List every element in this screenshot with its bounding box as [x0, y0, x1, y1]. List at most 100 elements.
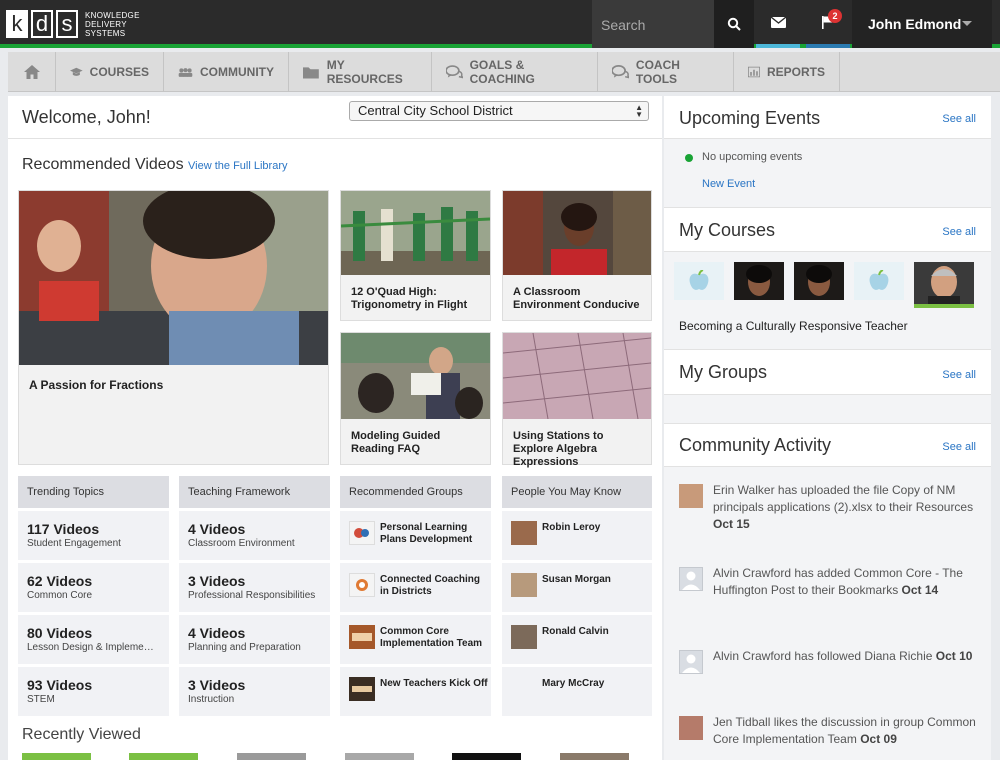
person-name: Robin Leroy: [542, 522, 601, 533]
person-row[interactable]: Ronald Calvin: [502, 615, 652, 664]
person-row[interactable]: Robin Leroy: [502, 511, 652, 560]
recent-thumbnail[interactable]: [129, 753, 198, 760]
nav-label: GOALS & COACHING: [469, 58, 535, 86]
video-title: A Passion for Fractions: [29, 378, 164, 392]
avatar: [511, 521, 537, 545]
course-thumbnail[interactable]: [794, 262, 844, 300]
framework-row[interactable]: 3 Videos Instruction: [179, 667, 330, 716]
search-input[interactable]: Search: [592, 0, 714, 48]
kds-logo[interactable]: k d s KNOWLEDGE DELIVERY SYSTEMS: [6, 8, 140, 40]
notifications-button[interactable]: 2: [806, 0, 850, 48]
activity-text: Erin Walker has uploaded the file Copy o…: [713, 482, 983, 533]
course-thumbnail[interactable]: [734, 262, 784, 300]
course-thumbnail[interactable]: [854, 262, 904, 300]
video-card[interactable]: A Classroom Environment Conducive for Te…: [502, 190, 652, 321]
search-icon: [727, 17, 741, 31]
avatar: [679, 484, 703, 508]
groups-body: [664, 395, 991, 423]
messages-button[interactable]: [756, 0, 800, 48]
topic-row[interactable]: 93 Videos STEM: [18, 667, 169, 716]
video-card[interactable]: Using Stations to Explore Algebra Expres…: [502, 332, 652, 468]
nav-home[interactable]: [8, 52, 56, 92]
user-menu[interactable]: John Edmond: [852, 0, 992, 48]
activity-item[interactable]: Erin Walker has uploaded the file Copy o…: [679, 482, 979, 542]
upcoming-events-heading: Upcoming Events: [679, 108, 821, 128]
nav-courses[interactable]: COURSES: [56, 52, 164, 92]
activity-item[interactable]: Alvin Crawford has added Common Core - T…: [679, 565, 979, 615]
see-all-link[interactable]: See all: [942, 226, 976, 238]
video-card[interactable]: A Passion for Fractions: [18, 183, 329, 465]
person-row[interactable]: Susan Morgan: [502, 563, 652, 612]
person-name: Mary McCray: [542, 678, 605, 689]
activity-message: Alvin Crawford has followed Diana Richie: [713, 649, 933, 663]
group-row[interactable]: Common Core Implementation Team: [340, 615, 491, 664]
framework-row[interactable]: 4 Videos Planning and Preparation: [179, 615, 330, 664]
course-thumbnail-selected[interactable]: [914, 262, 974, 308]
user-name: John Edmond: [868, 16, 962, 32]
recent-thumbnail[interactable]: [237, 753, 306, 760]
group-name: Common Core Implementation Team: [380, 626, 483, 649]
district-value: Central City School District: [358, 103, 513, 118]
nav-coach-tools[interactable]: COACH TOOLS: [598, 52, 734, 92]
nav-goals-coaching[interactable]: GOALS & COACHING: [432, 52, 598, 92]
nav-my-resources[interactable]: MY RESOURCES: [289, 52, 432, 92]
avatar: [511, 625, 537, 649]
recent-thumbnail[interactable]: [452, 753, 521, 760]
recommended-videos-heading: Recommended Videos View the Full Library: [22, 156, 287, 174]
status-dot-icon: [685, 154, 693, 162]
group-row[interactable]: New Teachers Kick Off: [340, 667, 491, 716]
video-thumbnail: [340, 191, 491, 275]
video-title: A Classroom Environment Conducive for Te…: [513, 286, 640, 311]
video-card[interactable]: Modeling Guided Reading FAQ: [340, 332, 491, 465]
district-select[interactable]: Central City School District ▲ ▼: [349, 101, 649, 121]
course-title[interactable]: Becoming a Culturally Responsive Teacher: [679, 319, 908, 333]
video-title: Using Stations to Explore Algebra Expres…: [513, 430, 604, 468]
nav-community[interactable]: COMMUNITY: [164, 52, 289, 92]
video-count: 3 Videos: [188, 573, 246, 589]
activity-item[interactable]: Alvin Crawford has followed Diana Richie…: [679, 648, 979, 688]
activity-item[interactable]: Jen Tidball likes the discussion in grou…: [679, 714, 979, 754]
recent-thumbnail[interactable]: [22, 753, 91, 760]
recent-thumbnail[interactable]: [560, 753, 629, 760]
person-row[interactable]: Mary McCray: [502, 667, 652, 716]
graduation-cap-icon: [70, 67, 83, 76]
topic-name: Professional Responsibilities: [188, 590, 316, 601]
folder-icon: [303, 66, 319, 79]
video-card[interactable]: 12 O'Quad High: Trigonometry in Flight: [340, 190, 491, 321]
topic-name: Common Core: [27, 590, 93, 601]
tagline-line: KNOWLEDGE: [85, 10, 140, 20]
view-library-link[interactable]: View the Full Library: [188, 160, 287, 172]
search-button[interactable]: [714, 0, 754, 48]
see-all-link[interactable]: See all: [942, 441, 976, 453]
video-title: 12 O'Quad High: Trigonometry in Flight: [351, 286, 468, 311]
video-thumbnail: [19, 183, 328, 365]
topic-row[interactable]: 62 Videos Common Core: [18, 563, 169, 612]
nav-reports[interactable]: REPORTS: [734, 52, 840, 92]
select-arrows-icon: ▲ ▼: [635, 103, 643, 119]
default-avatar-icon: [679, 650, 703, 674]
group-icon: [349, 625, 375, 649]
column-header: Teaching Framework: [179, 476, 330, 508]
tagline-line: SYSTEMS: [85, 28, 126, 38]
video-count: 93 Videos: [27, 677, 93, 693]
home-icon: [23, 65, 40, 79]
see-all-link[interactable]: See all: [942, 113, 976, 125]
chat-icon: [612, 65, 629, 79]
logo-letter: k: [6, 10, 28, 38]
nav-label: COACH TOOLS: [635, 58, 680, 86]
top-bar: k d s KNOWLEDGE DELIVERY SYSTEMS Search …: [0, 0, 1000, 48]
framework-row[interactable]: 4 Videos Classroom Environment: [179, 511, 330, 560]
group-name: Personal Learning Plans Development: [380, 522, 473, 545]
topic-row[interactable]: 117 Videos Student Engagement: [18, 511, 169, 560]
person-name: Ronald Calvin: [542, 626, 609, 637]
group-row[interactable]: Personal Learning Plans Development: [340, 511, 491, 560]
see-all-link[interactable]: See all: [942, 369, 976, 381]
topic-row[interactable]: 80 Videos Lesson Design & Impleme…: [18, 615, 169, 664]
group-row[interactable]: Connected Coaching in Districts: [340, 563, 491, 612]
new-event-link[interactable]: New Event: [702, 178, 755, 190]
recent-thumbnail[interactable]: [345, 753, 414, 760]
group-icon: [349, 521, 375, 545]
course-thumbnail[interactable]: [674, 262, 724, 300]
activity-text: Jen Tidball likes the discussion in grou…: [713, 714, 983, 748]
framework-row[interactable]: 3 Videos Professional Responsibilities: [179, 563, 330, 612]
